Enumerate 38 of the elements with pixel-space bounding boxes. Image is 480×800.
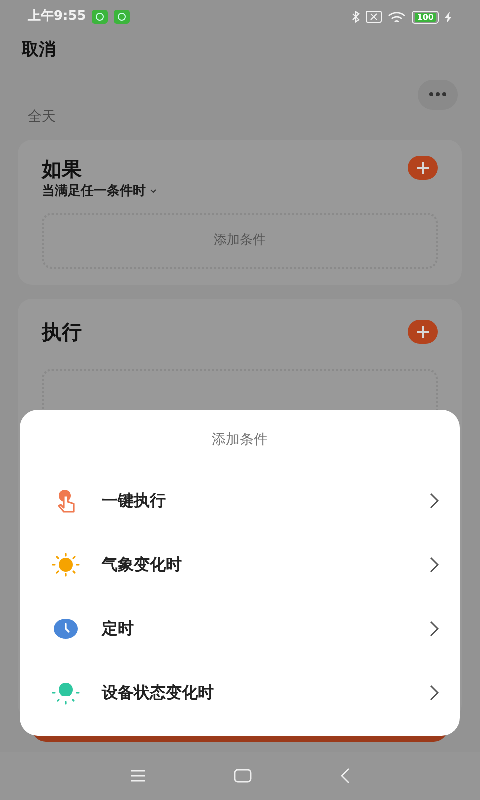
add-button[interactable] bbox=[408, 156, 438, 180]
plus-icon bbox=[416, 325, 430, 339]
app-notification-icon bbox=[114, 10, 130, 24]
sun-icon bbox=[51, 553, 81, 577]
card-title: 执行 bbox=[42, 319, 82, 346]
cancel-button[interactable]: 取消 bbox=[22, 38, 56, 64]
back-button[interactable] bbox=[340, 768, 350, 784]
chevron-down-icon bbox=[150, 188, 157, 194]
add-button[interactable] bbox=[408, 320, 438, 344]
back-icon bbox=[340, 768, 350, 784]
menu-button[interactable] bbox=[130, 770, 146, 782]
condition-option[interactable]: 定时 bbox=[20, 597, 460, 661]
condition-option[interactable]: 设备状态变化时 bbox=[20, 661, 460, 725]
home-icon bbox=[234, 769, 252, 783]
chevron-right-icon bbox=[430, 621, 440, 637]
plus-icon bbox=[416, 160, 430, 174]
no-sim-icon bbox=[366, 11, 382, 23]
more-button[interactable] bbox=[418, 80, 458, 110]
battery-indicator: 100 bbox=[412, 10, 439, 24]
card-title: 如果 bbox=[42, 156, 83, 182]
chevron-right-icon bbox=[430, 685, 440, 701]
bluetooth-icon bbox=[352, 11, 360, 23]
bulb-icon bbox=[51, 680, 81, 706]
wifi-icon bbox=[388, 10, 406, 24]
more-icon bbox=[429, 92, 447, 97]
chevron-right-icon bbox=[430, 493, 440, 509]
schedule-label: 全天 bbox=[28, 108, 56, 124]
app-notification-icon bbox=[92, 10, 108, 24]
match-mode-dropdown[interactable]: 当满足任一条件时 bbox=[42, 182, 157, 201]
clock-icon bbox=[53, 618, 79, 640]
condition-option[interactable]: 一键执行 bbox=[20, 469, 460, 533]
condition-option[interactable]: 气象变化时 bbox=[20, 533, 460, 597]
menu-icon bbox=[130, 770, 146, 782]
sheet-title: 添加条件 bbox=[212, 431, 268, 450]
status-time: 上午9:55 bbox=[28, 8, 86, 26]
charging-icon bbox=[445, 12, 452, 22]
home-button[interactable] bbox=[234, 769, 252, 783]
chevron-right-icon bbox=[430, 557, 440, 573]
